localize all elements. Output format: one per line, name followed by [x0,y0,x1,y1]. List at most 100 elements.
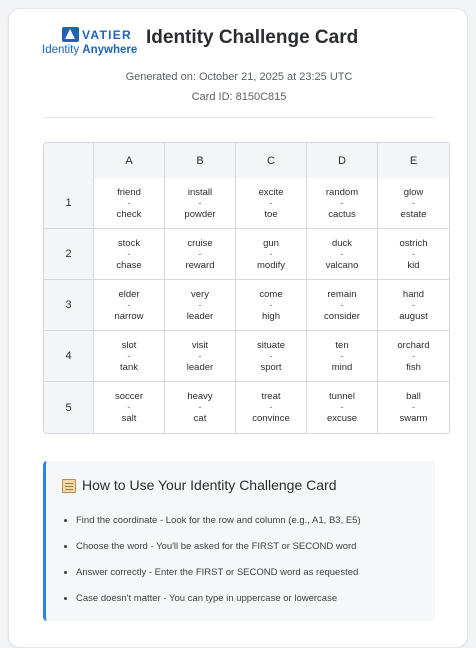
word-separator: - [269,197,273,209]
second-word: consider [324,310,360,322]
second-word: powder [184,208,216,220]
row-header: 3 [44,280,94,331]
notebook-icon [62,479,76,493]
second-word: reward [185,259,215,271]
second-word: sport [260,361,282,373]
column-header: A [94,143,165,178]
word-separator: - [340,402,344,413]
grid-cell: stock - chase [94,229,165,280]
grid-cell: random - cactus [307,178,378,229]
word-separator: - [411,248,416,260]
grid-cell: treat - convince [236,382,307,433]
grid-cell: ten - mind [307,331,378,382]
second-word: kid [407,259,420,271]
second-word: cat [193,413,207,424]
second-word: tank [120,361,138,373]
grid-cell: hand - august [378,280,449,331]
word-separator: - [127,299,131,311]
second-word: modify [257,259,285,271]
first-word: gun [263,237,279,249]
word-separator: - [198,402,202,413]
word-separator: - [198,248,202,260]
first-word: soccer [115,391,143,402]
grid-cell: glow - estate [378,178,449,229]
first-word: orchard [397,339,430,351]
grid-header-row: A B C D E [44,143,449,178]
word-separator: - [127,197,131,209]
word-separator: - [411,299,416,311]
list-item: Answer correctly - Enter the FIRST or SE… [76,567,438,579]
word-separator: - [269,350,273,362]
second-word: check [116,208,142,220]
column-header: B [165,143,236,178]
column-header: C [236,143,307,178]
first-word: tunnel [329,391,355,402]
word-separator: - [198,350,202,362]
word-separator: - [127,248,131,260]
avatier-logo: VATIER Identity Anywhere [42,25,142,65]
first-word: glow [403,186,424,198]
second-word: swarm [399,413,428,424]
word-separator: - [198,299,202,311]
first-word: friend [117,186,141,198]
grid-cell: gun - modify [236,229,307,280]
first-word: install [187,186,213,198]
grid-cell: cruise - reward [165,229,236,280]
first-word: very [191,288,209,300]
first-word: ball [406,391,421,402]
first-word: ten [335,339,349,351]
grid-cell: ostrich - kid [378,229,449,280]
second-word: high [262,310,280,322]
word-separator: - [127,350,131,362]
word-separator: - [269,402,273,413]
grid-cell: come - high [236,280,307,331]
word-separator: - [411,197,416,209]
second-word: mind [331,361,353,373]
logo-brand: VATIER [82,28,133,42]
second-word: narrow [114,310,144,322]
first-word: situate [257,339,285,351]
word-separator: - [269,248,273,260]
grid-cell: situate - sport [236,331,307,382]
table-row: 3 elder - narrow very - leader come - high remain -… [44,280,449,331]
grid-cell: soccer - salt [94,382,165,433]
card-header: VATIER Identity Anywhere Identity Challe… [9,25,469,65]
first-word: elder [118,288,140,300]
first-word: come [259,288,283,300]
first-word: slot [121,339,137,351]
column-header: E [378,143,449,178]
second-word: leader [186,310,214,322]
word-separator: - [127,402,131,413]
second-word: august [399,310,428,322]
how-to-list: Find the coordinate - Look for the row a… [62,515,438,619]
challenge-grid: A B C D E 1 friend - check install - powder exc… [43,142,450,434]
first-word: stock [117,237,141,249]
first-word: duck [331,237,353,249]
word-separator: - [269,299,273,311]
logo-a-icon [62,27,79,42]
card-id: Card ID: 8150C815 [191,91,287,103]
first-word: excite [258,186,284,198]
word-separator: - [198,197,202,209]
grid-cell: remain - consider [307,280,378,331]
grid-cell: slot - tank [94,331,165,382]
word-separator: - [340,197,344,209]
row-header: 1 [44,178,94,229]
table-row: 4 slot - tank visit - leader situate - sport ten - m… [44,331,449,382]
first-word: random [325,186,359,198]
grid-cell: heavy - cat [165,382,236,433]
page-title: Identity Challenge Card [146,27,359,48]
table-row: 1 friend - check install - powder excite - toe ran… [44,178,449,229]
second-word: salt [121,413,137,424]
second-word: excuse [326,413,358,424]
grid-cell: friend - check [94,178,165,229]
second-word: chase [116,259,142,271]
first-word: hand [402,288,425,300]
grid-cell: install - powder [165,178,236,229]
word-separator: - [340,248,344,260]
how-to-panel: How to Use Your Identity Challenge Card … [43,461,435,621]
logo-tagline: Identity Anywhere [42,44,138,56]
grid-cell: visit - leader [165,331,236,382]
grid-cell: excite - toe [236,178,307,229]
list-item: Case doesn't matter - You can type in up… [76,593,438,605]
